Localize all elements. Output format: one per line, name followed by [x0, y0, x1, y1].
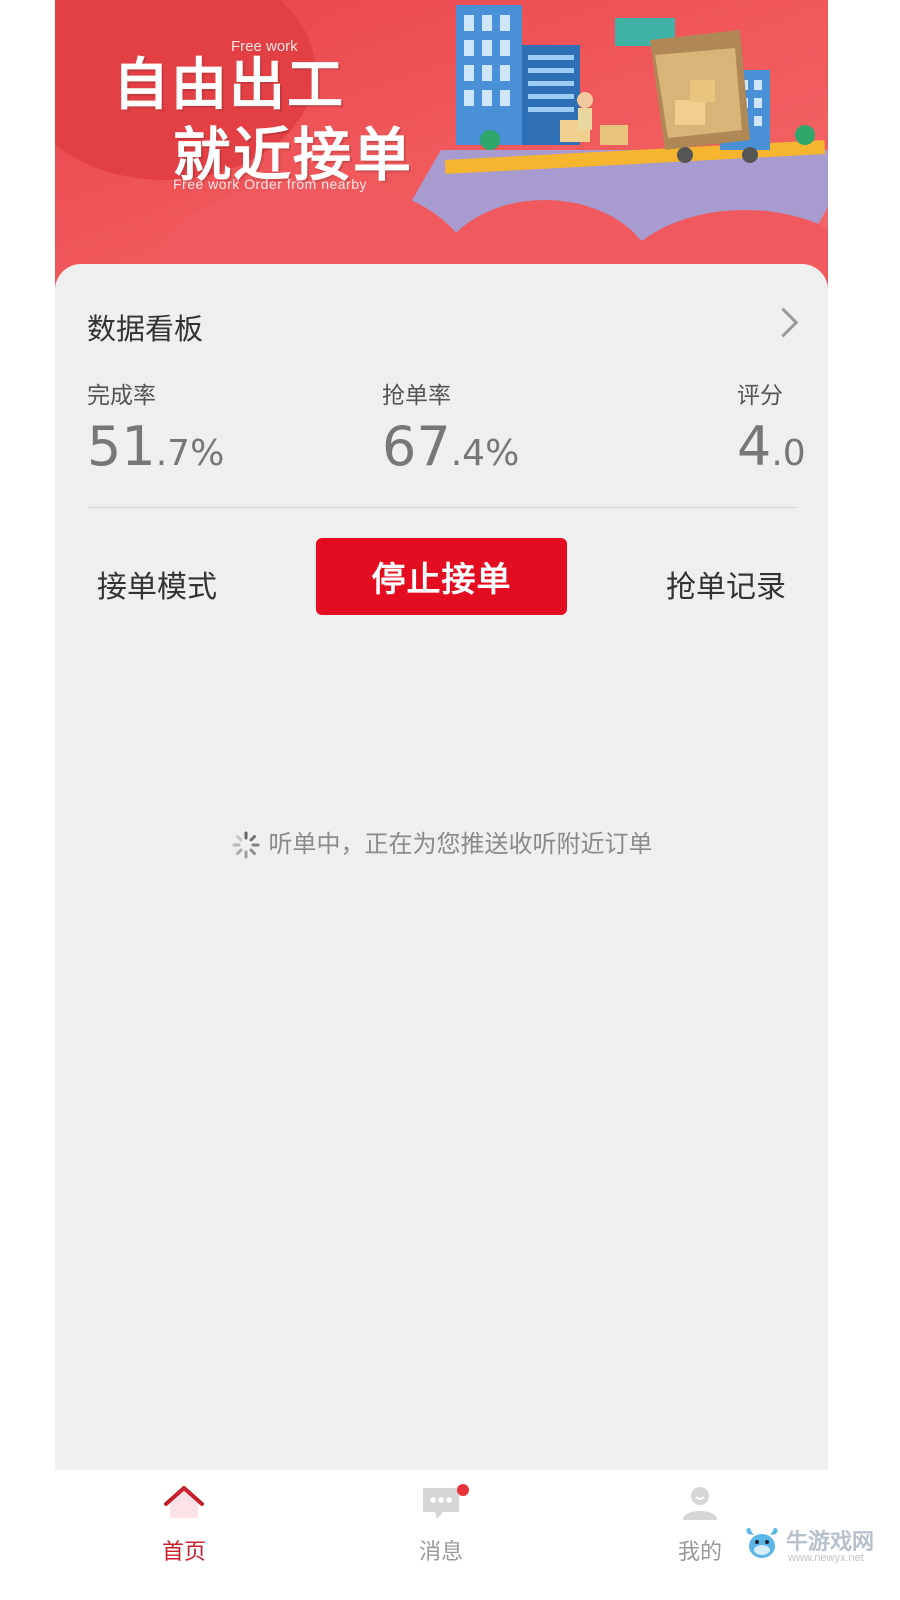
home-icon: [164, 1486, 204, 1518]
grab-record-button[interactable]: 抢单记录: [666, 562, 786, 606]
stat-rating: 评分 4.0: [737, 376, 806, 474]
order-mode-button[interactable]: 接单模式: [97, 562, 217, 606]
dashboard-title[interactable]: 数据看板: [87, 306, 203, 348]
unread-badge: [457, 1484, 469, 1496]
banner-subtitle-bottom: Free work Order from nearby: [173, 176, 367, 192]
tab-home[interactable]: 首页: [124, 1482, 244, 1566]
tab-messages[interactable]: 消息: [381, 1482, 501, 1566]
app-screen: Free work 自由出工 就近接单 Free work Order from…: [55, 0, 828, 1600]
stat-label: 完成率: [87, 383, 156, 409]
stat-value-dec: .7%: [155, 433, 225, 474]
stat-value-dec: .0: [771, 433, 806, 474]
tab-label: 首页: [161, 1540, 206, 1565]
divider: [87, 507, 797, 508]
user-icon: [683, 1487, 717, 1520]
watermark-url: www.newyx.net: [788, 1552, 864, 1564]
stat-value-int: 4: [737, 415, 772, 478]
bottom-tab-bar: 首页 消息 我的: [55, 1470, 828, 1600]
site-watermark: 牛游戏网 www.newyx.net: [742, 1520, 892, 1570]
stat-value-int: 67: [382, 415, 451, 478]
chevron-right-icon[interactable]: [768, 307, 799, 338]
dashboard-card: 数据看板 完成率 51.7% 抢单率 67.4% 评分 4.0 接单模式 停止接…: [55, 264, 828, 1474]
stat-label: 评分: [737, 383, 783, 409]
listening-text: 听单中，正在为您推送收听附近订单: [268, 830, 653, 858]
promo-banner[interactable]: Free work 自由出工 就近接单 Free work Order from…: [55, 0, 828, 300]
stat-label: 抢单率: [382, 383, 451, 409]
tab-label: 消息: [418, 1540, 463, 1565]
city-illustration-icon: [456, 5, 815, 163]
listening-status: 听单中，正在为您推送收听附近订单: [55, 824, 828, 860]
stat-completion-rate: 完成率 51.7%: [87, 376, 224, 474]
stat-value: 4.0: [737, 420, 806, 474]
stat-value: 67.4%: [382, 420, 519, 474]
loading-spinner-icon: [232, 831, 259, 859]
stat-value-dec: .4%: [450, 433, 520, 474]
stop-taking-orders-button[interactable]: 停止接单: [316, 538, 567, 615]
stat-value-int: 51: [87, 415, 156, 478]
stat-value: 51.7%: [87, 420, 224, 474]
cow-logo-icon: [746, 1528, 778, 1558]
stat-grab-rate: 抢单率 67.4%: [382, 376, 519, 474]
